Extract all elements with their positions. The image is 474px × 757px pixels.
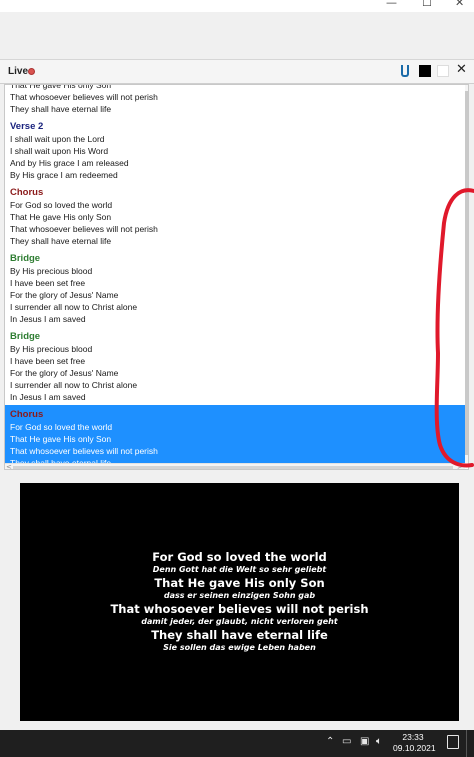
slide-line: I have been set free (10, 356, 86, 366)
window-titlebar: — ☐ ✕ (0, 0, 474, 12)
slide-chorus[interactable]: Chorus For God so loved the world That He … (5, 405, 465, 463)
live-preview-screen: For God so loved the world Denn Gott hat … (20, 483, 459, 721)
slide-bridge[interactable]: Bridge By His precious blood I have been s… (5, 327, 465, 405)
slide-line: That He gave His only Son (10, 434, 112, 444)
slide-line: For the glory of Jesus' Name (10, 368, 119, 378)
clip-icon[interactable] (401, 65, 409, 77)
vertical-scrollbar[interactable] (465, 85, 468, 463)
horizontal-scroll-thumb[interactable] (13, 466, 453, 469)
clock-date: 09.10.2021 (393, 743, 436, 753)
show-desktop-button[interactable] (466, 730, 467, 757)
slide-bridge[interactable]: Bridge By His precious blood I have been s… (5, 249, 465, 327)
live-panel-header: Live ✕ (0, 60, 474, 84)
preview-lyric-line: They shall have eternal life (151, 628, 328, 642)
slide-line: They shall have eternal life (10, 104, 112, 114)
slide-line: And by His grace I am released (10, 158, 129, 168)
slide-line: That whosoever believes will not perish (10, 446, 158, 456)
preview-translation-line: Denn Gott hat die Welt so sehr geliebt (152, 565, 327, 574)
clock-time: 23:33 (402, 732, 424, 742)
horizontal-scrollbar[interactable]: < > (5, 463, 465, 469)
slide-verse[interactable]: Verse 2 I shall wait upon the Lord I shall… (5, 117, 465, 183)
preview-text: For God so loved the world Denn Gott hat … (20, 550, 459, 654)
notification-icon[interactable] (447, 735, 459, 749)
battery-icon[interactable]: ▭ (342, 736, 351, 747)
slide-line: I shall wait upon His Word (10, 146, 109, 156)
slide-line: By His precious blood (10, 344, 93, 354)
black-screen-icon[interactable] (419, 65, 431, 77)
scroll-right-icon[interactable]: > (457, 463, 463, 469)
scroll-left-icon[interactable]: < (6, 463, 12, 469)
vertical-scroll-thumb[interactable] (465, 91, 468, 455)
preview-lyric-line: That He gave His only Son (154, 576, 325, 590)
live-status-icon (28, 68, 35, 75)
slide-line: That whosoever believes will not perish (10, 224, 158, 234)
preview-translation-line: dass er seinen einzigen Sohn gab (163, 591, 316, 600)
slide-line: In Jesus I am saved (10, 314, 86, 324)
white-screen-icon[interactable] (437, 65, 449, 77)
slide-list-viewport: That He gave His only Son That whosoever … (5, 85, 465, 463)
slide-title: Chorus (10, 187, 44, 198)
slide-line: For God so loved the world (10, 200, 113, 210)
live-label: Live (8, 66, 29, 77)
volume-icon[interactable]: 🔈︎ (376, 736, 382, 747)
slide-line: They shall have eternal life (10, 236, 112, 246)
tray-chevron-icon[interactable]: ⌃ (326, 736, 334, 747)
slide-line: In Jesus I am saved (10, 392, 86, 402)
slide-line: That He gave His only Son (10, 212, 112, 222)
preview-translation-line: damit jeder, der glaubt, nicht verloren … (141, 617, 338, 626)
slide-line: That whosoever believes will not perish (10, 92, 158, 102)
live-slide-list[interactable]: That He gave His only Son That whosoever … (4, 84, 469, 470)
slide-title: Bridge (10, 253, 41, 264)
slide-list-content: That He gave His only Son That whosoever … (5, 85, 465, 463)
slide-chorus[interactable]: That He gave His only Son That whosoever … (5, 85, 465, 117)
slide-line: I have been set free (10, 278, 86, 288)
network-icon[interactable]: ▣ (360, 736, 369, 747)
slide-line: I surrender all now to Christ alone (10, 302, 138, 312)
slide-line: I surrender all now to Christ alone (10, 380, 138, 390)
taskbar: ⌃ ▭ ▣ 🔈︎ 23:33 09.10.2021 (0, 730, 474, 757)
preview-translation-line: Sie sollen das ewige Leben haben (163, 643, 316, 652)
slide-line: By His precious blood (10, 266, 93, 276)
minimize-button[interactable]: — (386, 0, 397, 9)
preview-lyric-line: That whosoever believes will not perish (110, 602, 369, 616)
preview-lyric-line: For God so loved the world (152, 550, 327, 564)
slide-chorus[interactable]: Chorus For God so loved the world That He … (5, 183, 465, 249)
close-icon[interactable]: ✕ (456, 62, 467, 77)
toolbar (0, 12, 474, 60)
slide-line: For the glory of Jesus' Name (10, 290, 119, 300)
slide-line: By His grace I am redeemed (10, 170, 118, 180)
slide-line: I shall wait upon the Lord (10, 134, 105, 144)
window-close-button[interactable]: ✕ (455, 0, 464, 9)
clock[interactable]: 23:33 09.10.2021 (393, 732, 436, 754)
maximize-button[interactable]: ☐ (422, 0, 432, 9)
slide-line: For God so loved the world (10, 422, 113, 432)
slide-title: Verse 2 (10, 121, 44, 132)
slide-title: Chorus (10, 409, 44, 420)
slide-title: Bridge (10, 331, 41, 342)
